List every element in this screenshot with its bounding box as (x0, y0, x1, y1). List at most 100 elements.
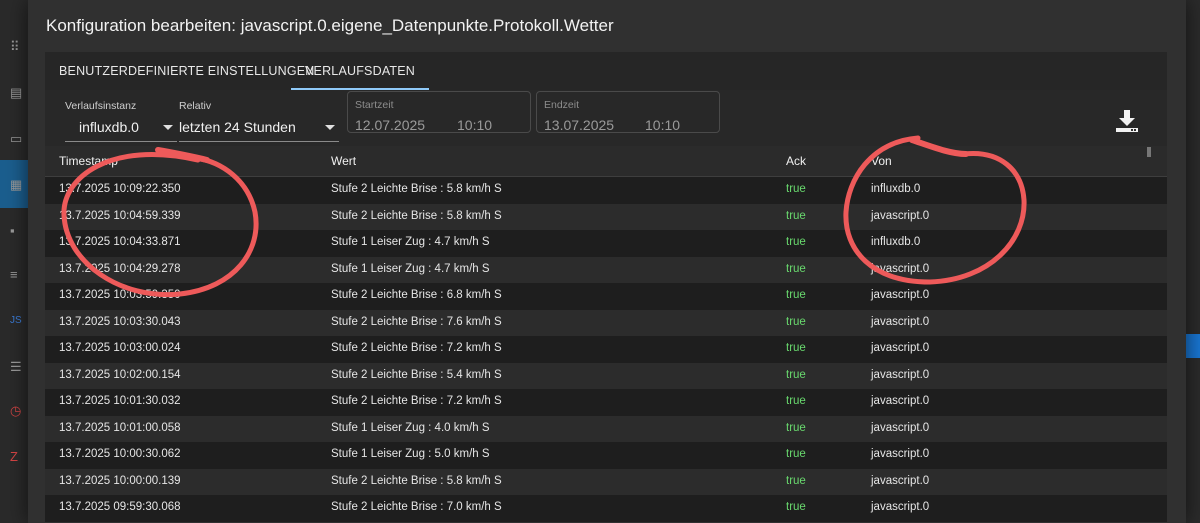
cell-timestamp: 13.7.2025 10:04:59.339 (59, 209, 181, 222)
table-header: Timestamp Wert Ack Von (45, 146, 1167, 177)
cell-from: javascript.0 (871, 501, 930, 513)
enums-icon[interactable]: ▪ (10, 224, 24, 238)
table-row[interactable]: 13.7.2025 10:01:30.032 Stufe 2 Leichte Br… (45, 389, 1167, 416)
download-button[interactable] (1114, 108, 1140, 134)
table-row[interactable]: 13.7.2025 10:04:33.871 Stufe 1 Leiser Zug… (45, 230, 1167, 257)
end-date-value: 13.07.2025 (544, 117, 615, 133)
cell-ack: true (786, 368, 806, 381)
tab-history-data[interactable]: VERLAUFSDATEN (291, 52, 430, 90)
hosts-icon[interactable]: ☰ (10, 360, 24, 374)
cell-value: Stufe 2 Leichte Brise : 5.8 km/h S (331, 474, 502, 487)
cell-from: javascript.0 (871, 448, 930, 460)
cell-ack: true (786, 183, 806, 195)
edit-config-dialog: Konfiguration bearbeiten: javascript.0.e… (28, 0, 1186, 523)
table-row[interactable]: 13.7.2025 10:00:00.139 Stufe 2 Leichte Br… (45, 468, 1167, 495)
cell-value: Stufe 2 Leichte Brise : 7.6 km/h S (331, 315, 502, 328)
table-row[interactable]: 13.7.2025 09:59:30.068 Stufe 2 Leichte Br… (45, 495, 1167, 522)
cell-from: javascript.0 (871, 289, 930, 301)
cell-value: Stufe 2 Leichte Brise : 5.8 km/h S (331, 209, 502, 222)
cell-ack: true (786, 236, 806, 248)
table-row[interactable]: 13.7.2025 10:03:59.350 Stufe 2 Leichte Br… (45, 283, 1167, 310)
table-row[interactable]: 13.7.2025 10:02:00.154 Stufe 2 Leichte Br… (45, 362, 1167, 389)
cell-value: Stufe 2 Leichte Brise : 5.8 km/h S (331, 183, 502, 195)
cell-ack: true (786, 289, 806, 301)
table-row[interactable]: 13.7.2025 10:04:59.339 Stufe 2 Leichte Br… (45, 203, 1167, 230)
cell-from: javascript.0 (871, 395, 930, 407)
dialog-tabs: BENUTZERDEFINIERTE EINSTELLUNGEN VERLAUF… (45, 52, 1167, 90)
app-sidebar: ⠿ ▤ ▭ ▦ ▪ ≡ JS ☰ ◷ Z (0, 0, 28, 523)
table-row[interactable]: 13.7.2025 10:04:29.278 Stufe 1 Leiser Zug… (45, 256, 1167, 283)
logs-icon[interactable]: ≡ (10, 268, 24, 282)
history-icon[interactable]: ◷ (10, 404, 24, 418)
store-icon[interactable]: ▤ (10, 86, 24, 100)
cell-from: influxdb.0 (871, 236, 921, 248)
cell-ack: true (786, 315, 806, 328)
instances-icon[interactable]: ▭ (10, 132, 24, 146)
end-time-label: Endzeit (544, 99, 580, 111)
cell-value: Stufe 1 Leiser Zug : 5.0 km/h S (331, 448, 490, 460)
end-time-field[interactable]: Endzeit 13.07.2025 10:10 (536, 91, 720, 133)
cell-timestamp: 13.7.2025 10:01:00.058 (59, 421, 181, 434)
dialog-title: Konfiguration bearbeiten: javascript.0.e… (46, 16, 614, 35)
tab-history-data-label: VERLAUFSDATEN (305, 64, 416, 78)
cell-value: Stufe 1 Leiser Zug : 4.7 km/h S (331, 236, 490, 248)
cell-from: influxdb.0 (871, 183, 921, 195)
cell-ack: true (786, 501, 806, 513)
table-row[interactable]: 13.7.2025 10:09:22.350 Stufe 2 Leichte Br… (45, 177, 1167, 204)
start-time-label: Startzeit (355, 99, 394, 111)
cell-timestamp: 13.7.2025 10:00:30.062 (59, 448, 181, 460)
apps-icon[interactable]: ⠿ (10, 40, 24, 54)
cell-timestamp: 13.7.2025 10:04:29.278 (59, 262, 181, 275)
header-ack[interactable]: Ack (786, 154, 806, 168)
table-row[interactable]: 13.7.2025 10:01:00.058 Stufe 1 Leiser Zug… (45, 415, 1167, 442)
end-time-value: 10:10 (645, 117, 681, 133)
cell-ack: true (786, 448, 806, 460)
cell-from: javascript.0 (871, 315, 930, 328)
chevron-down-icon (163, 125, 173, 130)
table-row[interactable]: 13.7.2025 10:03:00.024 Stufe 2 Leichte Br… (45, 336, 1167, 363)
zigbee-icon[interactable]: Z (10, 450, 24, 464)
relative-select-value: letzten 24 Stunden (179, 119, 296, 135)
start-time-value: 10:10 (457, 117, 493, 133)
start-time-field[interactable]: Startzeit 12.07.2025 10:10 (347, 91, 531, 133)
cell-timestamp: 13.7.2025 10:02:00.154 (59, 368, 181, 381)
cell-value: Stufe 1 Leiser Zug : 4.0 km/h S (331, 421, 490, 434)
table-row[interactable]: 13.7.2025 10:00:30.062 Stufe 1 Leiser Zug… (45, 442, 1167, 469)
table-row[interactable]: 13.7.2025 10:03:30.043 Stufe 2 Leichte Br… (45, 309, 1167, 336)
start-date-value: 12.07.2025 (355, 117, 426, 133)
header-value[interactable]: Wert (331, 154, 356, 168)
relative-select-label: Relativ (179, 100, 212, 112)
header-from[interactable]: Von (871, 154, 892, 168)
cell-from: javascript.0 (871, 474, 930, 487)
tab-custom-settings[interactable]: BENUTZERDEFINIERTE EINSTELLUNGEN (59, 52, 315, 90)
cell-timestamp: 13.7.2025 09:59:30.068 (59, 501, 181, 513)
objects-icon[interactable]: ▦ (10, 178, 24, 192)
instance-select[interactable]: Verlaufsinstanz influxdb.0 (65, 90, 177, 146)
cell-ack: true (786, 209, 806, 222)
table-scrollbar[interactable] (1147, 147, 1151, 157)
cell-value: Stufe 2 Leichte Brise : 6.8 km/h S (331, 289, 502, 301)
cell-ack: true (786, 474, 806, 487)
cell-timestamp: 13.7.2025 10:00:00.139 (59, 474, 181, 487)
header-timestamp[interactable]: Timestamp (59, 154, 118, 168)
cell-from: javascript.0 (871, 262, 930, 275)
cell-from: javascript.0 (871, 342, 930, 354)
cell-value: Stufe 2 Leichte Brise : 7.2 km/h S (331, 395, 502, 407)
scripts-icon[interactable]: JS (10, 314, 24, 328)
instance-select-label: Verlaufsinstanz (65, 100, 137, 112)
history-table: Timestamp Wert Ack Von 13.7.2025 10:09:2… (45, 146, 1167, 523)
cell-timestamp: 13.7.2025 10:03:00.024 (59, 342, 181, 354)
download-icon (1116, 110, 1138, 132)
cell-ack: true (786, 421, 806, 434)
cell-ack: true (786, 395, 806, 407)
cell-timestamp: 13.7.2025 10:03:59.350 (59, 289, 181, 301)
cell-from: javascript.0 (871, 209, 930, 222)
cell-value: Stufe 1 Leiser Zug : 4.7 km/h S (331, 262, 490, 275)
cell-value: Stufe 2 Leichte Brise : 7.0 km/h S (331, 501, 502, 513)
history-filters: Verlaufsinstanz influxdb.0 Relativ letzt… (45, 90, 1167, 146)
cell-timestamp: 13.7.2025 10:03:30.043 (59, 315, 181, 328)
relative-select[interactable]: Relativ letzten 24 Stunden (179, 90, 339, 146)
chevron-down-icon (325, 125, 335, 130)
instance-select-value: influxdb.0 (79, 119, 139, 135)
cell-value: Stufe 2 Leichte Brise : 7.2 km/h S (331, 342, 502, 354)
